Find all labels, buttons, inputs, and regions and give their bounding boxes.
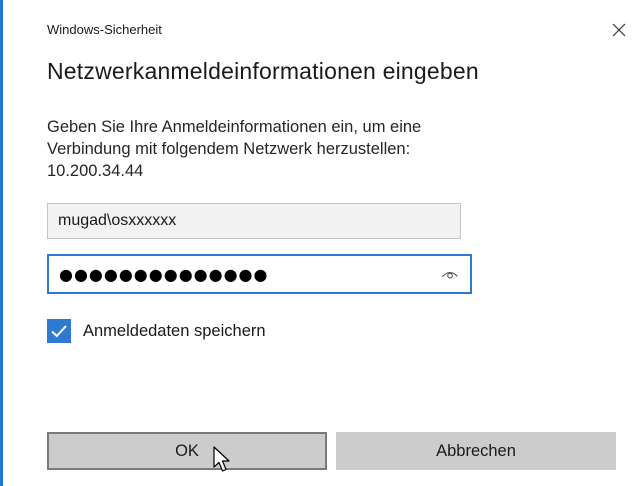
remember-checkbox[interactable] bbox=[47, 319, 71, 343]
dialog-message: Geben Sie Ihre Anmeldeinformationen ein,… bbox=[47, 116, 567, 182]
remember-checkbox-label: Anmeldedaten speichern bbox=[83, 321, 266, 340]
close-icon bbox=[612, 23, 626, 37]
reveal-password-button[interactable] bbox=[438, 263, 462, 285]
window-accent-border bbox=[0, 0, 3, 486]
checkmark-icon bbox=[51, 325, 67, 338]
username-field[interactable] bbox=[47, 203, 461, 239]
message-line: Verbindung mit folgendem Netzwerk herzus… bbox=[47, 140, 411, 158]
cancel-button[interactable]: Abbrechen bbox=[336, 432, 616, 470]
credential-dialog: Windows-Sicherheit Netzwerkanmeldeinform… bbox=[0, 0, 641, 486]
remember-credentials-row: Anmeldedaten speichern bbox=[47, 318, 266, 344]
window-title: Windows-Sicherheit bbox=[47, 22, 162, 37]
network-address: 10.200.34.44 bbox=[47, 162, 144, 180]
password-field-container bbox=[47, 254, 472, 294]
message-line: Geben Sie Ihre Anmeldeinformationen ein,… bbox=[47, 118, 422, 136]
dialog-heading: Netzwerkanmeldeinformationen eingeben bbox=[47, 58, 479, 84]
close-button[interactable] bbox=[604, 15, 634, 45]
eye-icon bbox=[442, 271, 458, 279]
ok-button[interactable]: OK bbox=[47, 432, 327, 470]
password-field[interactable] bbox=[49, 256, 429, 292]
